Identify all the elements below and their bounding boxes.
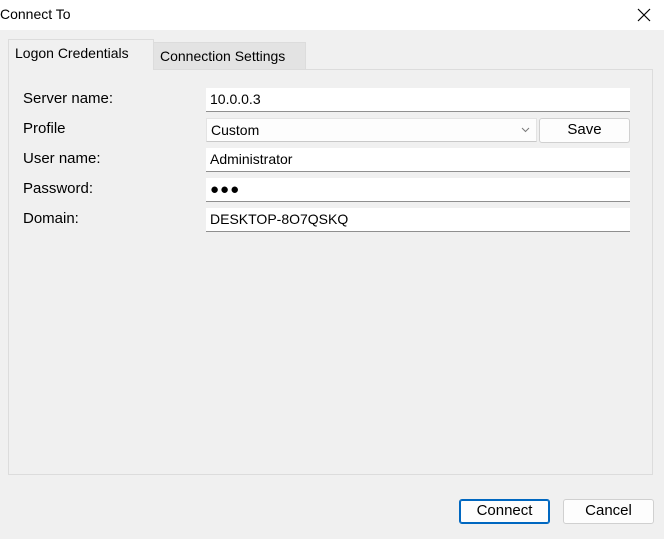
- domain-value: DESKTOP-8O7QSKQ: [210, 211, 349, 227]
- tab-logon-credentials[interactable]: Logon Credentials: [8, 39, 154, 70]
- connect-button[interactable]: Connect: [459, 499, 550, 524]
- cancel-button-label: Cancel: [585, 502, 632, 519]
- close-button[interactable]: [624, 0, 664, 30]
- save-button[interactable]: Save: [539, 118, 630, 143]
- window-title: Connect To: [0, 6, 71, 22]
- user-name-value: Administrator: [210, 151, 293, 167]
- close-icon: [637, 8, 651, 22]
- connect-button-label: Connect: [476, 502, 533, 519]
- password-mask: ●●●: [210, 181, 241, 198]
- profile-label: Profile: [23, 120, 66, 137]
- user-name-label: User name:: [23, 150, 101, 167]
- server-name-input[interactable]: 10.0.0.3: [206, 88, 630, 112]
- domain-label: Domain:: [23, 210, 79, 227]
- user-name-input[interactable]: Administrator: [206, 148, 630, 172]
- profile-dropdown[interactable]: Custom: [206, 118, 537, 142]
- domain-input[interactable]: DESKTOP-8O7QSKQ: [206, 208, 630, 232]
- tab-label: Logon Credentials: [15, 45, 129, 61]
- chevron-down-icon: [521, 119, 530, 141]
- tab-label: Connection Settings: [160, 48, 286, 64]
- server-name-value: 10.0.0.3: [210, 91, 261, 107]
- tab-connection-settings[interactable]: Connection Settings: [154, 42, 306, 70]
- save-button-label: Save: [567, 121, 602, 138]
- password-input[interactable]: ●●●: [206, 178, 630, 202]
- password-label: Password:: [23, 180, 94, 197]
- profile-selected-value: Custom: [211, 122, 260, 138]
- cancel-button[interactable]: Cancel: [563, 499, 654, 524]
- server-name-label: Server name:: [23, 90, 114, 107]
- title-bar: Connect To: [0, 0, 664, 30]
